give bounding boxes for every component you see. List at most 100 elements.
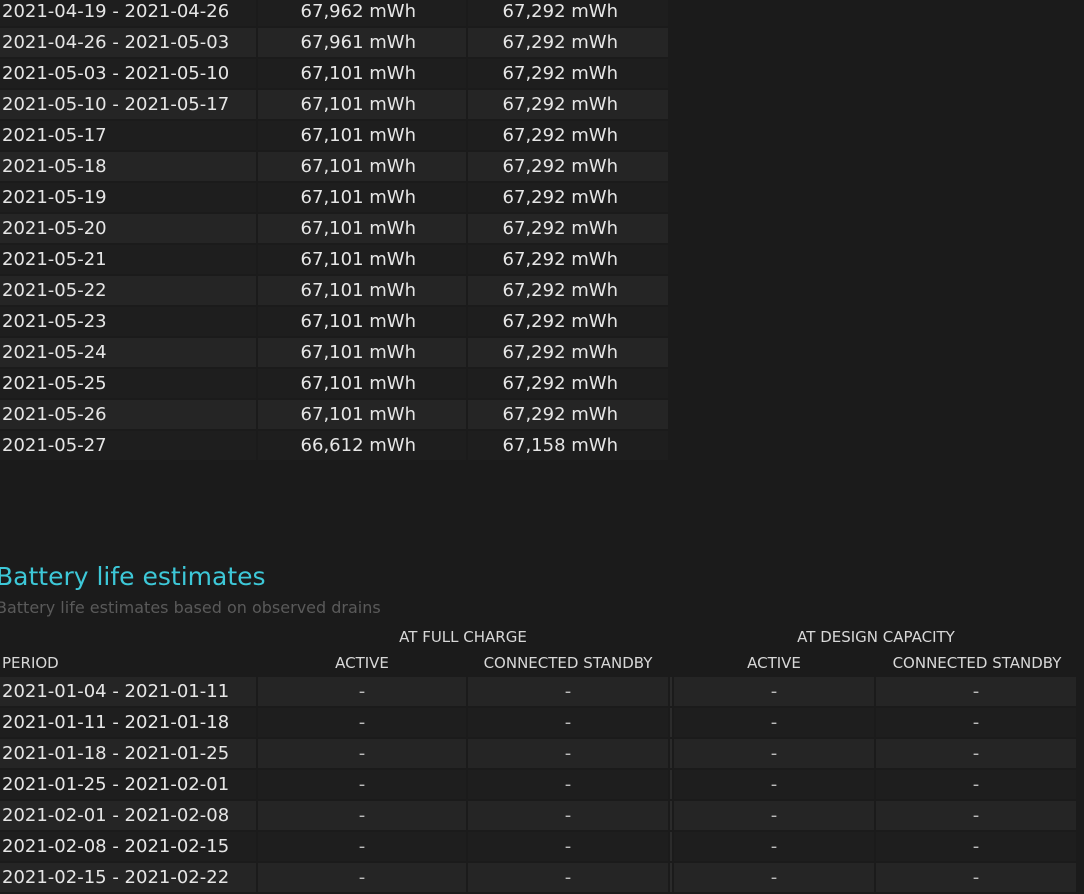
period-cell: 2021-05-22 xyxy=(0,276,256,305)
table-row: 2021-01-25 - 2021-02-01- - - - xyxy=(0,770,1076,799)
design-capacity-standby-cell: - xyxy=(876,770,1076,799)
table-row: 2021-02-01 - 2021-02-08- - - - xyxy=(0,801,1076,830)
column-divider xyxy=(670,677,672,706)
column-divider xyxy=(670,801,672,830)
full-charge-standby-cell: - xyxy=(468,739,668,768)
period-cell: 2021-05-10 - 2021-05-17 xyxy=(0,90,256,119)
period-cell: 2021-04-19 - 2021-04-26 xyxy=(0,0,256,26)
full-charge-capacity-cell: 67,101 mWh xyxy=(258,214,466,243)
design-capacity-standby-cell: - xyxy=(876,801,1076,830)
full-charge-active-cell: - xyxy=(258,708,466,737)
battery-life-estimates-table: 2021-01-04 - 2021-01-11- - - -2021-01-11 - … xyxy=(0,675,1078,894)
battery-life-estimates-body: 2021-01-04 - 2021-01-11- - - -2021-01-11 - … xyxy=(0,677,1076,892)
design-capacity-cell: 67,292 mWh xyxy=(468,152,668,181)
full-charge-capacity-cell: 67,101 mWh xyxy=(258,90,466,119)
column-divider xyxy=(670,832,672,861)
table-row: 2021-04-19 - 2021-04-26 67,962 mWh 67,292 … xyxy=(0,0,668,26)
full-charge-active-cell: - xyxy=(258,677,466,706)
design-capacity-standby-cell: - xyxy=(876,739,1076,768)
design-capacity-cell: 67,292 mWh xyxy=(468,369,668,398)
period-cell: 2021-05-24 xyxy=(0,338,256,367)
table-row: 2021-05-21 67,101 mWh 67,292 mWh xyxy=(0,245,668,274)
table-row: 2021-01-18 - 2021-01-25- - - - xyxy=(0,739,1076,768)
table-row: 2021-02-15 - 2021-02-22- - - - xyxy=(0,863,1076,892)
full-charge-capacity-cell: 67,101 mWh xyxy=(258,245,466,274)
table-row: 2021-02-08 - 2021-02-15- - - - xyxy=(0,832,1076,861)
period-cell: 2021-05-21 xyxy=(0,245,256,274)
table-row: 2021-05-19 67,101 mWh 67,292 mWh xyxy=(0,183,668,212)
group-header-full-charge: AT FULL CHARGE xyxy=(399,628,527,646)
design-capacity-standby-cell: - xyxy=(876,708,1076,737)
group-header-design-capacity: AT DESIGN CAPACITY xyxy=(797,628,955,646)
design-capacity-active-cell: - xyxy=(674,863,874,892)
design-capacity-cell: 67,292 mWh xyxy=(468,214,668,243)
design-capacity-cell: 67,292 mWh xyxy=(468,121,668,150)
column-divider xyxy=(670,863,672,892)
table-row: 2021-05-20 67,101 mWh 67,292 mWh xyxy=(0,214,668,243)
design-capacity-active-cell: - xyxy=(674,739,874,768)
table-row: 2021-05-23 67,101 mWh 67,292 mWh xyxy=(0,307,668,336)
full-charge-capacity-cell: 67,101 mWh xyxy=(258,59,466,88)
design-capacity-active-cell: - xyxy=(674,677,874,706)
period-cell: 2021-01-04 - 2021-01-11 xyxy=(0,677,256,706)
design-capacity-cell: 67,292 mWh xyxy=(468,338,668,367)
period-cell: 2021-05-17 xyxy=(0,121,256,150)
design-capacity-active-cell: - xyxy=(674,708,874,737)
full-charge-capacity-cell: 67,101 mWh xyxy=(258,369,466,398)
full-charge-capacity-cell: 67,101 mWh xyxy=(258,338,466,367)
period-cell: 2021-05-23 xyxy=(0,307,256,336)
table-row: 2021-01-04 - 2021-01-11- - - - xyxy=(0,677,1076,706)
period-cell: 2021-01-11 - 2021-01-18 xyxy=(0,708,256,737)
period-cell: 2021-02-15 - 2021-02-22 xyxy=(0,863,256,892)
design-capacity-cell: 67,292 mWh xyxy=(468,245,668,274)
design-capacity-cell: 67,292 mWh xyxy=(468,183,668,212)
capacity-history-body: 2021-04-19 - 2021-04-26 67,962 mWh 67,292 … xyxy=(0,0,668,460)
design-capacity-standby-cell: - xyxy=(876,863,1076,892)
design-capacity-standby-cell: - xyxy=(876,832,1076,861)
full-charge-standby-cell: - xyxy=(468,801,668,830)
full-charge-standby-cell: - xyxy=(468,708,668,737)
table-row: 2021-05-03 - 2021-05-10 67,101 mWh 67,292 … xyxy=(0,59,668,88)
table-row: 2021-05-24 67,101 mWh 67,292 mWh xyxy=(0,338,668,367)
full-charge-standby-cell: - xyxy=(468,832,668,861)
period-cell: 2021-04-26 - 2021-05-03 xyxy=(0,28,256,57)
full-charge-active-cell: - xyxy=(258,832,466,861)
full-charge-capacity-cell: 67,101 mWh xyxy=(258,307,466,336)
full-charge-capacity-cell: 67,962 mWh xyxy=(258,0,466,26)
design-capacity-cell: 67,292 mWh xyxy=(468,400,668,429)
design-capacity-cell: 67,292 mWh xyxy=(468,307,668,336)
full-charge-capacity-cell: 67,101 mWh xyxy=(258,152,466,181)
table-row: 2021-04-26 - 2021-05-03 67,961 mWh 67,292 … xyxy=(0,28,668,57)
full-charge-capacity-cell: 67,101 mWh xyxy=(258,400,466,429)
design-capacity-cell: 67,292 mWh xyxy=(468,59,668,88)
column-header-design-active: ACTIVE xyxy=(747,654,801,672)
design-capacity-active-cell: - xyxy=(674,832,874,861)
design-capacity-cell: 67,292 mWh xyxy=(468,28,668,57)
full-charge-capacity-cell: 67,101 mWh xyxy=(258,183,466,212)
table-row: 2021-05-22 67,101 mWh 67,292 mWh xyxy=(0,276,668,305)
full-charge-active-cell: - xyxy=(258,863,466,892)
full-charge-capacity-cell: 67,101 mWh xyxy=(258,276,466,305)
column-divider xyxy=(670,739,672,768)
full-charge-active-cell: - xyxy=(258,739,466,768)
period-cell: 2021-05-19 xyxy=(0,183,256,212)
section-subtitle: Battery life estimates based on observed… xyxy=(0,598,381,617)
full-charge-standby-cell: - xyxy=(468,770,668,799)
period-cell: 2021-05-20 xyxy=(0,214,256,243)
design-capacity-cell: 67,158 mWh xyxy=(468,431,668,460)
full-charge-capacity-cell: 66,612 mWh xyxy=(258,431,466,460)
table-row: 2021-05-26 67,101 mWh 67,292 mWh xyxy=(0,400,668,429)
full-charge-active-cell: - xyxy=(258,801,466,830)
column-divider xyxy=(670,708,672,737)
column-header-period: PERIOD xyxy=(2,654,59,672)
period-cell: 2021-01-18 - 2021-01-25 xyxy=(0,739,256,768)
table-row: 2021-05-18 67,101 mWh 67,292 mWh xyxy=(0,152,668,181)
capacity-history-table: 2021-04-19 - 2021-04-26 67,962 mWh 67,292 … xyxy=(0,0,670,462)
design-capacity-cell: 67,292 mWh xyxy=(468,90,668,119)
table-row: 2021-01-11 - 2021-01-18- - - - xyxy=(0,708,1076,737)
full-charge-capacity-cell: 67,961 mWh xyxy=(258,28,466,57)
full-charge-standby-cell: - xyxy=(468,863,668,892)
table-row: 2021-05-25 67,101 mWh 67,292 mWh xyxy=(0,369,668,398)
section-title-battery-life-estimates: Battery life estimates xyxy=(0,562,266,591)
design-capacity-cell: 67,292 mWh xyxy=(468,276,668,305)
